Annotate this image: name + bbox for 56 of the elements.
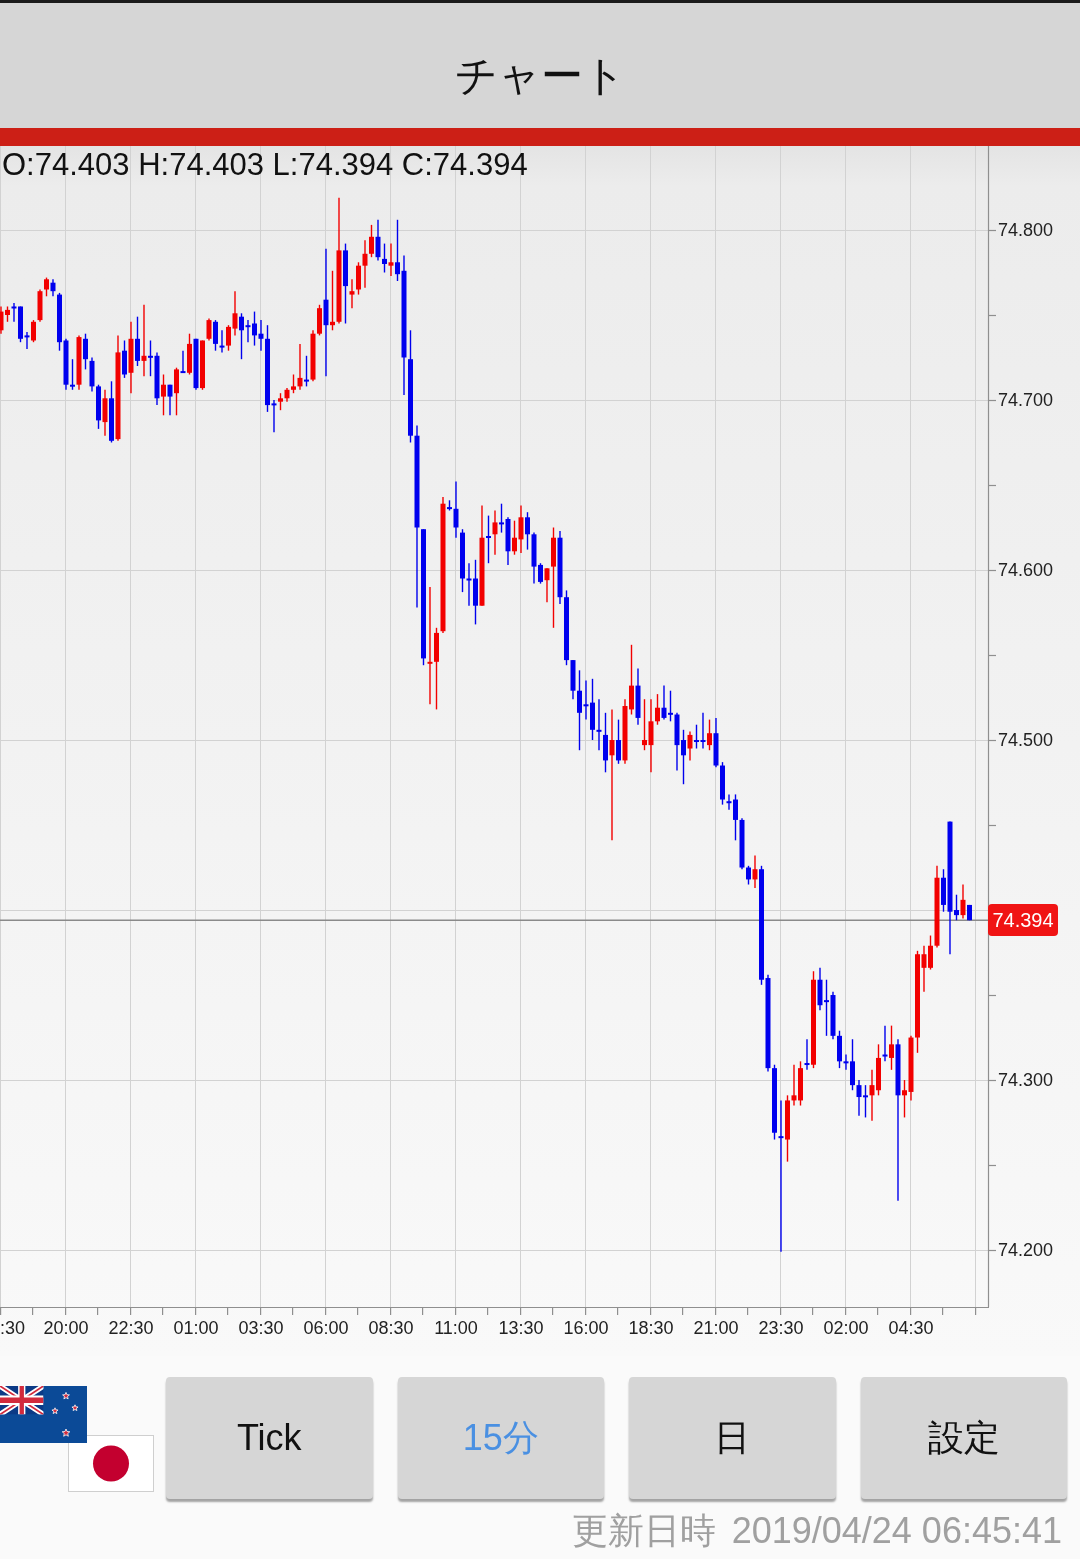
- time-axis-label: 20:00: [43, 1317, 89, 1339]
- time-axis-label: 18:30: [628, 1317, 674, 1339]
- falling-candle: [635, 667, 641, 726]
- falling-candle: [967, 904, 972, 921]
- rising-candle: [388, 242, 394, 277]
- time-axis-label: 11:00: [434, 1317, 478, 1339]
- falling-candle: [135, 316, 140, 367]
- falling-candle: [167, 384, 173, 416]
- rising-candle: [187, 333, 192, 376]
- falling-candle: [193, 338, 199, 391]
- update-timestamp: 2019/04/24 06:45:41: [731, 1509, 1062, 1553]
- falling-candle: [882, 1024, 888, 1063]
- falling-candle: [616, 718, 621, 765]
- time-axis-label: 08:30: [368, 1317, 414, 1339]
- time-axis-label: 13:30: [498, 1317, 544, 1339]
- screen-title: チャート: [454, 50, 626, 101]
- time-axis-label: :30: [0, 1317, 26, 1339]
- falling-candle: [486, 514, 491, 564]
- rising-candle: [752, 854, 758, 889]
- time-axis-label: 23:30: [758, 1317, 804, 1339]
- time-axis-label: 21:00: [693, 1317, 739, 1339]
- time-axis-label: 06:00: [303, 1317, 349, 1339]
- time-axis-label: 01:00: [173, 1317, 219, 1339]
- timeframe-button[interactable]: 日: [629, 1377, 836, 1499]
- falling-candle: [180, 350, 186, 374]
- price-axis-label: 74.800: [998, 219, 1054, 241]
- time-axis-label: 22:30: [108, 1317, 154, 1339]
- falling-candle: [109, 380, 114, 444]
- rising-candle: [707, 718, 712, 751]
- time-axis-label: 03:30: [238, 1317, 284, 1339]
- rising-candle: [174, 367, 179, 416]
- time-axis-label: 04:30: [888, 1317, 934, 1339]
- time-axis-label: 02:00: [823, 1317, 869, 1339]
- rising-candle: [102, 389, 108, 437]
- rising-candle: [492, 509, 498, 556]
- rising-candle: [960, 883, 966, 920]
- falling-candle: [804, 1038, 810, 1071]
- new-zealand-flag-icon: [0, 1386, 87, 1443]
- price-axis-label: 74.500: [998, 729, 1054, 751]
- time-axis-label: 16:00: [563, 1317, 609, 1339]
- rising-candle: [161, 373, 166, 416]
- falling-candle: [304, 355, 309, 388]
- price-axis-label: 74.200: [998, 1239, 1054, 1262]
- falling-candle: [122, 339, 127, 379]
- current-price-tag: 74.394: [988, 904, 1058, 937]
- price-axis-label: 74.700: [998, 389, 1054, 411]
- price-axis-label: 74.300: [998, 1069, 1054, 1092]
- rising-candle: [76, 334, 82, 391]
- timeframe-button[interactable]: Tick: [166, 1377, 373, 1499]
- price-axis-label: 74.600: [998, 559, 1054, 581]
- rising-candle: [889, 1024, 894, 1071]
- japan-flag-icon: [68, 1435, 154, 1492]
- update-label: 更新日時: [571, 1509, 716, 1553]
- rising-candle: [687, 730, 693, 762]
- ohlc-readout: O:74.403 H:74.403 L:74.394 C:74.394: [2, 147, 528, 183]
- settings-button[interactable]: 設定: [860, 1377, 1067, 1499]
